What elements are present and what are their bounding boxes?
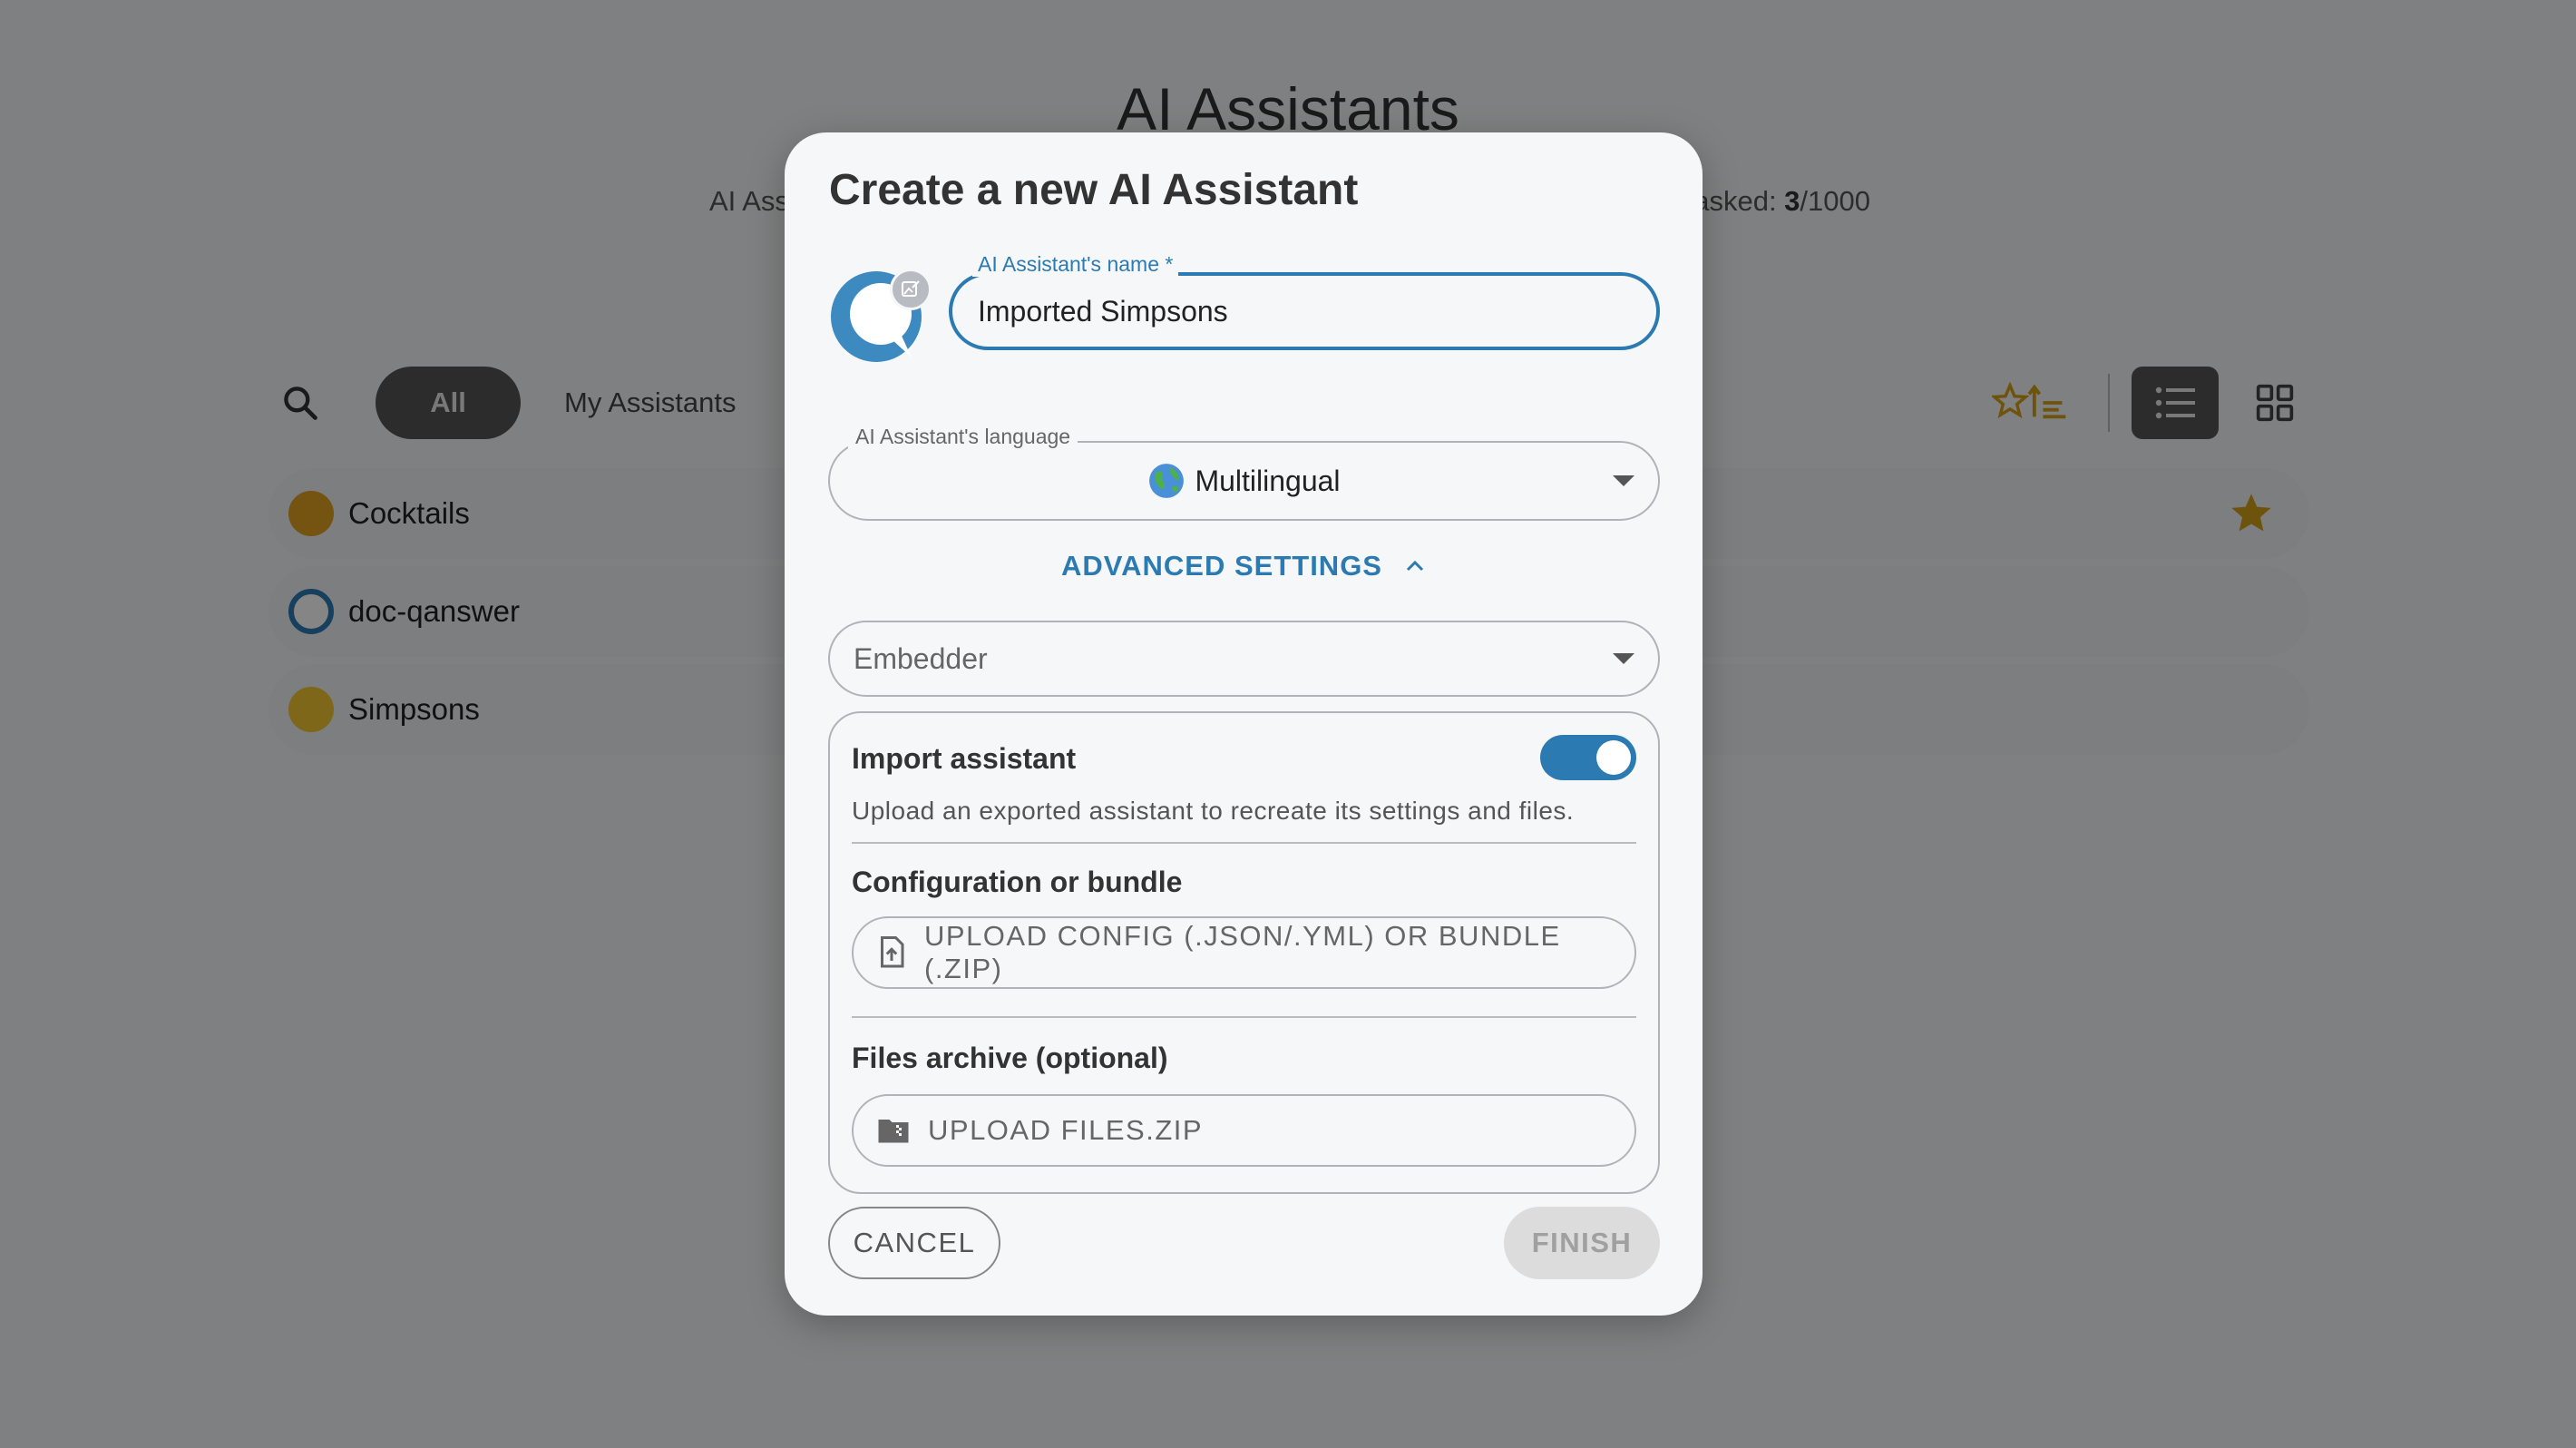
embedder-placeholder: Embedder	[854, 642, 988, 675]
language-text: Multilingual	[1195, 464, 1341, 497]
divider	[852, 842, 1636, 844]
create-assistant-dialog: Create a new AI Assistant AI Assistant's…	[785, 132, 1703, 1316]
file-upload-icon	[881, 936, 904, 968]
edit-image-badge[interactable]	[890, 269, 932, 310]
import-title: Import assistant	[852, 742, 1077, 775]
chevron-up-icon	[1406, 560, 1424, 572]
assistant-avatar-picker[interactable]	[828, 269, 932, 365]
finish-button[interactable]: FINISH	[1504, 1207, 1660, 1279]
files-section-title: Files archive (optional)	[852, 1042, 1168, 1074]
language-value: Multilingual	[830, 443, 1658, 519]
chevron-down-icon	[1613, 653, 1634, 664]
upload-files-button[interactable]: UPLOAD FILES.ZIP	[852, 1094, 1636, 1167]
divider	[852, 1016, 1636, 1018]
assistant-name-input[interactable]	[978, 276, 1631, 347]
language-select[interactable]: AI Assistant's language Multilingual	[828, 425, 1660, 521]
cancel-button[interactable]: CANCEL	[828, 1207, 1000, 1279]
toggle-knob	[1596, 740, 1631, 775]
import-assistant-card: Import assistant Upload an exported assi…	[828, 711, 1660, 1194]
config-section-title: Configuration or bundle	[852, 866, 1183, 898]
embedder-select[interactable]: Embedder	[828, 621, 1660, 697]
assistant-name-field: AI Assistant's name *	[949, 252, 1660, 350]
chevron-down-icon	[1613, 475, 1634, 486]
edit-image-icon	[902, 280, 920, 297]
upload-files-label: UPLOAD FILES.ZIP	[928, 1114, 1204, 1146]
import-toggle[interactable]	[1540, 735, 1636, 780]
name-field-label: AI Assistant's name *	[972, 252, 1179, 277]
advanced-settings-label: ADVANCED SETTINGS	[1060, 550, 1382, 582]
advanced-settings-toggle[interactable]: ADVANCED SETTINGS	[785, 550, 1703, 582]
globe-icon	[1149, 464, 1185, 498]
upload-config-label: UPLOAD CONFIG (.JSON/.YML) OR BUNDLE (.Z…	[924, 920, 1561, 984]
upload-config-button[interactable]: UPLOAD CONFIG (.JSON/.YML) OR BUNDLE (.Z…	[852, 916, 1636, 989]
folder-zip-icon	[878, 1120, 909, 1143]
dialog-title: Create a new AI Assistant	[829, 166, 1359, 214]
import-description: Upload an exported assistant to recreate…	[852, 797, 1575, 825]
